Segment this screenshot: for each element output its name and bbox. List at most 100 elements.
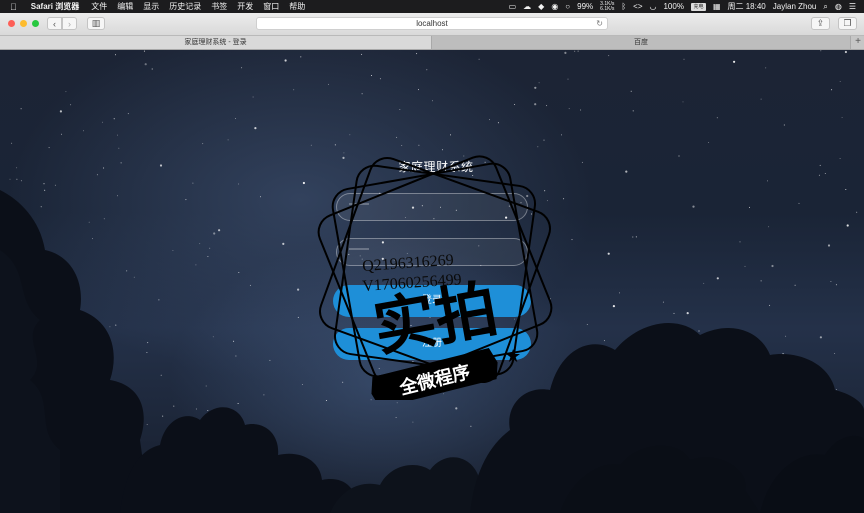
star: [102, 121, 103, 123]
cloud-icon[interactable]: ☁: [523, 2, 531, 11]
star: [580, 109, 582, 111]
star: [768, 226, 770, 228]
star: [238, 272, 240, 273]
star: [11, 142, 13, 144]
wechat-icon[interactable]: ◉: [551, 2, 558, 11]
star: [395, 417, 397, 418]
show-tabs-button[interactable]: ❐: [838, 17, 857, 30]
star: [564, 51, 567, 54]
star: [798, 202, 800, 204]
user-name[interactable]: Jaylan Zhou: [773, 2, 817, 11]
menu-file[interactable]: 文件: [91, 1, 107, 12]
star: [845, 189, 847, 190]
page-content: 家庭理财系统 登录 注册 Q2196316269 V17060256499 实拍…: [0, 50, 864, 513]
qq-icon[interactable]: ◆: [538, 2, 544, 11]
star: [328, 83, 329, 85]
sync-icon[interactable]: ○: [565, 2, 570, 11]
star: [682, 101, 684, 103]
star: [771, 264, 774, 268]
battery-icon[interactable]: 充电: [690, 2, 706, 11]
star: [760, 98, 762, 100]
clock[interactable]: 周二 18:40: [728, 1, 766, 12]
display-icon[interactable]: ▭: [509, 2, 517, 11]
battery-main-percent[interactable]: 100%: [663, 2, 683, 11]
close-window-button[interactable]: [8, 20, 15, 27]
bluetooth-icon[interactable]: ᛒ: [621, 2, 626, 11]
code-icon[interactable]: <>: [633, 2, 642, 11]
star: [300, 56, 302, 58]
register-button[interactable]: 注册: [333, 328, 531, 360]
star: [109, 326, 111, 328]
menu-history[interactable]: 历史记录: [169, 1, 201, 12]
menu-window[interactable]: 窗口: [263, 1, 279, 12]
star: [9, 178, 11, 180]
star: [160, 374, 162, 376]
star: [252, 96, 254, 98]
back-button[interactable]: ‹: [47, 17, 62, 30]
menu-app-name[interactable]: Safari 浏览器: [31, 1, 79, 12]
new-tab-button[interactable]: +: [850, 36, 864, 49]
spotlight-icon[interactable]: ⌕: [823, 2, 827, 12]
menu-view[interactable]: 显示: [143, 1, 159, 12]
menu-help[interactable]: 帮助: [289, 1, 305, 12]
star: [692, 205, 695, 208]
browser-toolbar: ‹ › ▥ localhost ↻ ⇪ ❐: [0, 13, 864, 36]
tab-login[interactable]: 家庭理财系统 - 登录: [0, 36, 432, 49]
flag-icon[interactable]: ▦: [713, 2, 721, 11]
star: [92, 238, 93, 240]
star: [432, 100, 433, 102]
star: [195, 408, 197, 410]
star: [625, 170, 628, 173]
battery-percent[interactable]: 99%: [577, 2, 593, 11]
tab-bar: 家庭理财系统 - 登录 百度 +: [0, 36, 864, 50]
address-bar[interactable]: localhost ↻: [256, 17, 608, 30]
star: [819, 336, 823, 339]
reload-icon[interactable]: ↻: [596, 18, 603, 29]
star: [70, 104, 72, 106]
star: [489, 119, 490, 121]
star: [301, 384, 303, 385]
star: [342, 156, 345, 159]
star: [342, 381, 344, 383]
tab-baidu[interactable]: 百度: [432, 36, 850, 49]
star: [783, 124, 785, 126]
star: [399, 109, 401, 110]
star: [632, 110, 634, 112]
star: [235, 355, 237, 357]
star: [202, 143, 204, 145]
share-icon: ⇪: [816, 18, 825, 28]
star: [612, 305, 616, 308]
notification-center-icon[interactable]: ☰: [849, 2, 856, 11]
apple-menu-icon[interactable]: : [10, 2, 17, 12]
zoom-window-button[interactable]: [32, 20, 39, 27]
sidebar-button[interactable]: ▥: [87, 17, 105, 30]
star: [151, 68, 153, 70]
star: [65, 91, 67, 93]
menu-develop[interactable]: 开发: [237, 1, 253, 12]
star: [538, 82, 540, 84]
star: [749, 206, 750, 208]
password-input[interactable]: [336, 238, 528, 266]
star: [571, 239, 573, 241]
forward-button[interactable]: ›: [62, 17, 77, 30]
night-sky-background: [0, 50, 864, 513]
siri-icon[interactable]: ◍: [835, 2, 842, 11]
star: [282, 242, 285, 245]
minimize-window-button[interactable]: [20, 20, 27, 27]
star: [302, 181, 305, 185]
star: [158, 299, 160, 301]
star: [497, 122, 499, 124]
share-button[interactable]: ⇪: [811, 17, 830, 30]
login-button[interactable]: 登录: [333, 285, 531, 317]
star: [577, 50, 579, 52]
star: [603, 340, 605, 342]
star: [703, 282, 705, 284]
star: [159, 164, 163, 167]
star: [463, 155, 465, 157]
menu-bookmarks[interactable]: 书签: [211, 1, 227, 12]
wifi-icon[interactable]: ◡: [650, 2, 657, 11]
username-input[interactable]: [336, 193, 528, 221]
star: [418, 144, 420, 146]
star: [118, 147, 120, 149]
menu-edit[interactable]: 编辑: [117, 1, 133, 12]
